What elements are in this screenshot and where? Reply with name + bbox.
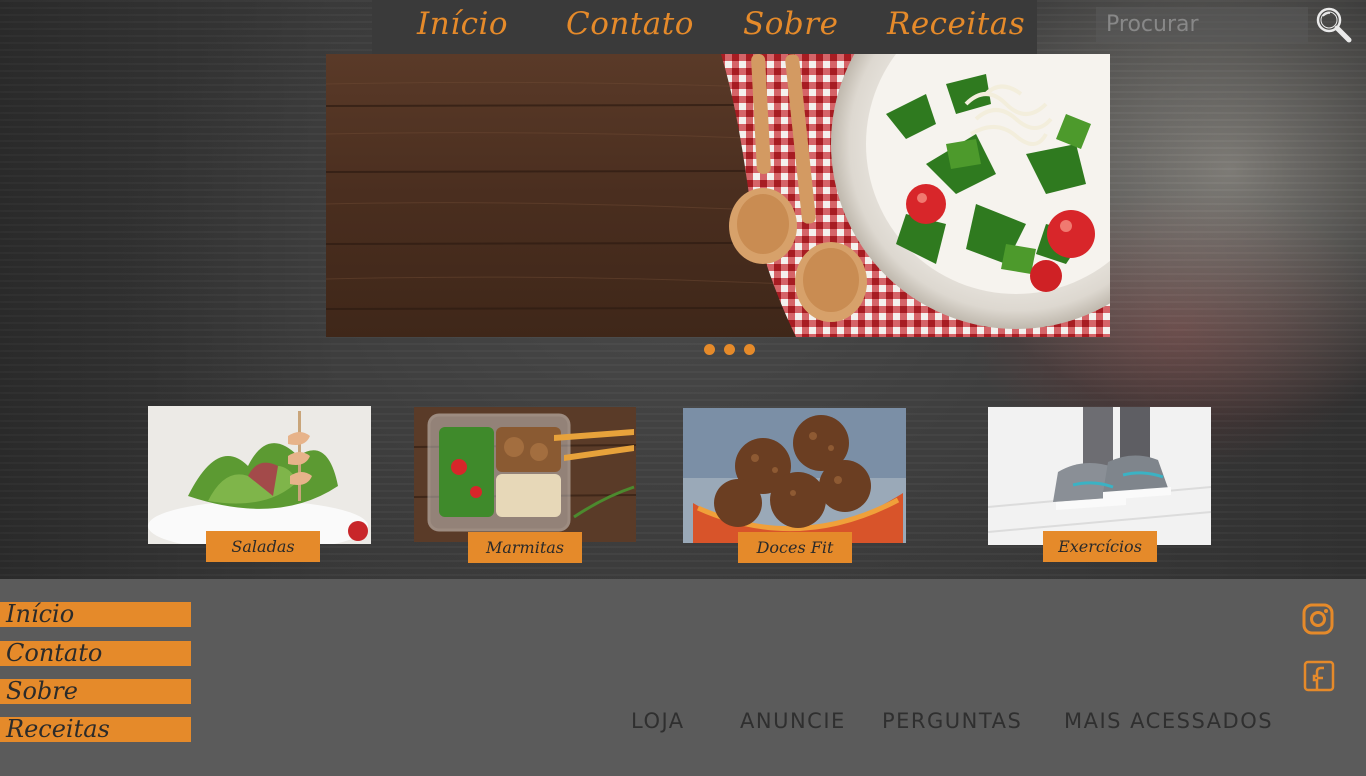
carousel-dot[interactable] bbox=[704, 344, 715, 355]
footer-link-contato[interactable]: Contato bbox=[0, 641, 191, 666]
protein-balls-image[interactable] bbox=[683, 408, 906, 543]
category-label-saladas[interactable]: Saladas bbox=[206, 531, 320, 562]
facebook-icon[interactable] bbox=[1303, 660, 1335, 696]
carousel-dot[interactable] bbox=[724, 344, 735, 355]
footer-menu-perguntas[interactable]: PERGUNTAS bbox=[882, 709, 1022, 733]
search-input[interactable] bbox=[1096, 7, 1308, 42]
footer-menu-loja[interactable]: LOJA bbox=[631, 709, 685, 733]
footer-link-receitas[interactable]: Receitas bbox=[0, 717, 191, 742]
footer-menu-mais-acessados[interactable]: MAIS ACESSADOS bbox=[1064, 709, 1273, 733]
footer: Início Contato Sobre Receitas LOJA ANUNC… bbox=[0, 579, 1366, 776]
top-navigation: Início Contato Sobre Receitas bbox=[372, 0, 1037, 54]
nav-link-inicio[interactable]: Início bbox=[417, 6, 508, 42]
hero-carousel-image[interactable] bbox=[326, 54, 1110, 337]
category-label-doces-fit[interactable]: Doces Fit bbox=[738, 532, 852, 563]
category-label-marmitas[interactable]: Marmitas bbox=[468, 532, 582, 563]
search-box bbox=[1096, 7, 1308, 42]
search-icon[interactable] bbox=[1314, 6, 1354, 44]
footer-link-inicio[interactable]: Início bbox=[0, 602, 191, 627]
sneakers-image[interactable] bbox=[988, 407, 1211, 545]
footer-menu-anuncie[interactable]: ANUNCIE bbox=[740, 709, 846, 733]
nav-link-contato[interactable]: Contato bbox=[566, 6, 694, 42]
meal-prep-image[interactable] bbox=[414, 407, 636, 542]
salad-image[interactable] bbox=[148, 406, 371, 544]
category-label-exercicios[interactable]: Exercícios bbox=[1043, 531, 1157, 562]
nav-link-sobre[interactable]: Sobre bbox=[743, 6, 838, 42]
nav-link-receitas[interactable]: Receitas bbox=[887, 6, 1025, 42]
footer-link-sobre[interactable]: Sobre bbox=[0, 679, 191, 704]
instagram-icon[interactable] bbox=[1302, 603, 1334, 639]
carousel-dot[interactable] bbox=[744, 344, 755, 355]
